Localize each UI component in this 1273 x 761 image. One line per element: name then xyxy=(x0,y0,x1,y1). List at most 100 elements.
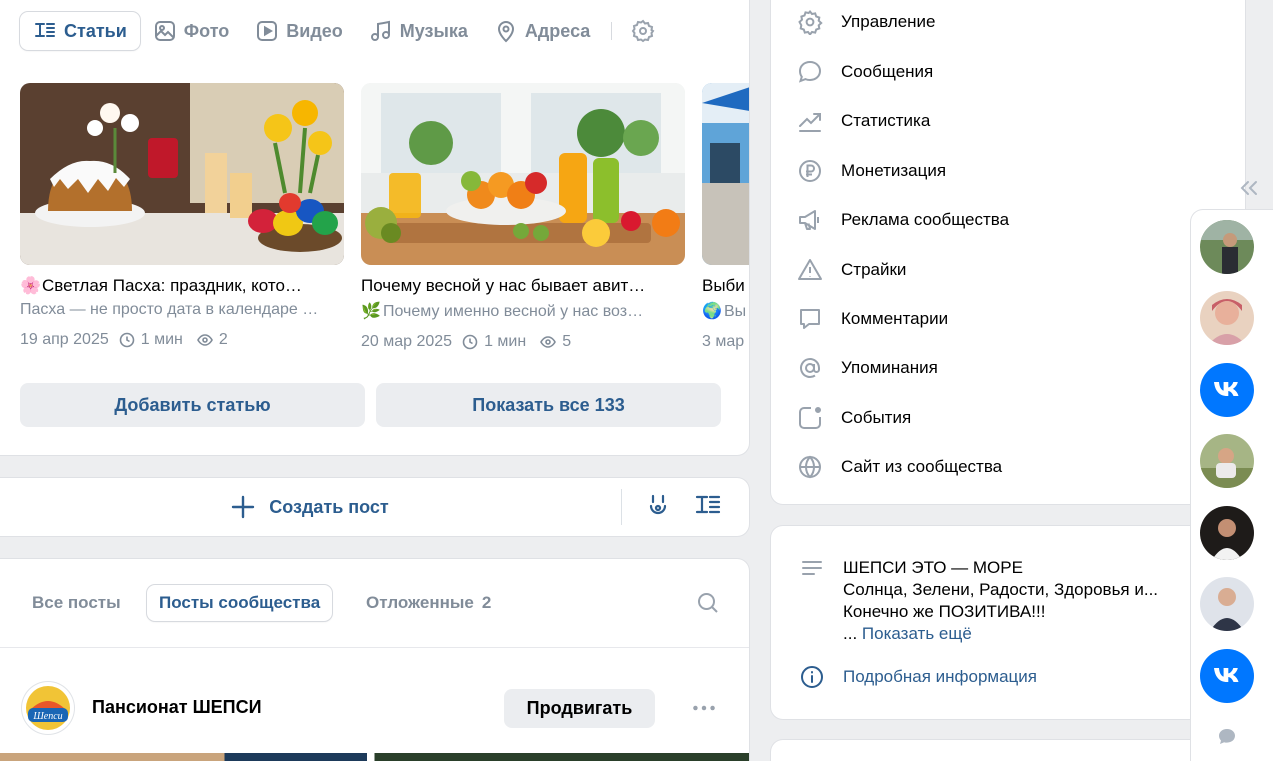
article-card[interactable]: Почему весной у нас бывает авит… 🌿 Почему… xyxy=(361,83,685,351)
filter-all-posts[interactable]: Все посты xyxy=(20,585,133,621)
article-read-time: 1 мин xyxy=(484,333,527,350)
article-title[interactable]: Светлая Пасха: праздник, кото… xyxy=(42,276,302,295)
megaphone-icon xyxy=(799,210,819,230)
person-photo xyxy=(1200,434,1254,488)
article-edit-icon xyxy=(695,495,721,514)
promote-button[interactable]: Продвигать xyxy=(504,689,655,728)
description-lines-icon xyxy=(802,561,822,575)
create-post-divider xyxy=(621,489,622,525)
article-meta: 19 апр 2025 1 мин 2 xyxy=(20,331,344,349)
menu-item-events[interactable]: События xyxy=(797,402,911,434)
menu-item-label: Сообщения xyxy=(841,62,934,81)
tab-articles[interactable]: Статьи xyxy=(20,12,140,50)
community-logo[interactable]: Шепси xyxy=(22,682,74,734)
article-views: 2 xyxy=(218,331,228,348)
chat-bubble-icon xyxy=(1219,729,1235,744)
tab-video-label: Видео xyxy=(286,20,343,41)
post-author[interactable]: Пансионат ШЕПСИ xyxy=(92,697,262,718)
menu-item-strikes[interactable]: Страйки xyxy=(797,254,906,286)
chat-avatar[interactable] xyxy=(1200,506,1254,560)
menu-item-site[interactable]: Сайт из сообщества xyxy=(797,451,1002,483)
menu-item-mentions[interactable]: Упоминания xyxy=(797,352,938,384)
article-thumbnail-beach xyxy=(702,83,749,265)
add-article-button[interactable]: Добавить статью xyxy=(20,383,365,427)
tab-addresses[interactable]: Адреса xyxy=(481,12,603,50)
article-editor-button[interactable] xyxy=(694,492,722,520)
menu-item-statistics[interactable]: Статистика xyxy=(797,105,930,137)
story-button[interactable] xyxy=(644,492,672,520)
tab-video[interactable]: Видео xyxy=(242,12,356,50)
article-card[interactable]: 🌸Светлая Пасха: праздник, кото… Пасха — … xyxy=(20,83,344,349)
globe-icon xyxy=(799,455,821,479)
menu-item-label: Монетизация xyxy=(841,161,947,180)
menu-item-management[interactable]: Управление xyxy=(797,6,936,38)
leaf-emoji-icon: 🌿 xyxy=(361,303,381,320)
at-icon xyxy=(800,358,820,378)
article-card-clipped[interactable]: Выби 🌍 Вы 3 мар xyxy=(702,83,749,373)
menu-item-messages[interactable]: Сообщения xyxy=(797,56,933,88)
beach-image xyxy=(702,83,749,265)
article-snippet: Почему именно весной у нас воз… xyxy=(383,303,644,320)
chat-avatar[interactable] xyxy=(1200,434,1254,488)
eye-icon xyxy=(196,334,213,346)
post-more-button[interactable] xyxy=(690,698,718,718)
video-icon xyxy=(257,21,278,41)
collapse-rail-button[interactable] xyxy=(1238,178,1260,198)
vk-logo-icon xyxy=(1214,382,1239,396)
tab-photo[interactable]: Фото xyxy=(140,12,242,50)
menu-item-label: Упоминания xyxy=(841,358,938,377)
menu-item-label: Комментарии xyxy=(841,309,949,328)
article-title[interactable]: Выби xyxy=(702,276,749,296)
about-description: ШЕПСИ ЭТО — МОРЕ Солнца, Зелени, Радости… xyxy=(843,557,1158,645)
person-photo xyxy=(1200,506,1254,560)
about-line-3: Конечно же ПОЗИТИВА!!! xyxy=(843,602,1046,621)
chat-avatar[interactable] xyxy=(1200,577,1254,631)
clock-icon xyxy=(119,332,135,348)
media-tabs: Статьи Фото Видео Музыка Адреса xyxy=(20,12,656,50)
chat-avatar[interactable] xyxy=(1200,220,1254,274)
article-read-time: 1 мин xyxy=(140,331,183,348)
show-all-articles-button[interactable]: Показать все 133 xyxy=(376,383,721,427)
about-line-1: ШЕПСИ ЭТО — МОРЕ xyxy=(843,558,1023,577)
chat-avatar[interactable] xyxy=(1200,291,1254,345)
tabs-settings-button[interactable] xyxy=(630,18,656,44)
comment-icon xyxy=(800,309,820,329)
menu-item-label: Страйки xyxy=(841,260,907,279)
community-logo-image: Шепси xyxy=(26,686,70,730)
events-icon xyxy=(799,407,821,429)
filter-postponed[interactable]: Отложенные 2 xyxy=(354,585,503,621)
menu-item-ads[interactable]: Реклама сообщества xyxy=(797,204,1009,236)
ruble-icon xyxy=(799,160,821,182)
eye-icon xyxy=(540,336,557,348)
menu-item-monetization[interactable]: Монетизация xyxy=(797,155,946,187)
story-icon xyxy=(649,494,667,515)
chat-avatar-vk[interactable] xyxy=(1200,363,1254,417)
create-post-label: Создать пост xyxy=(269,496,389,517)
message-icon xyxy=(798,60,822,83)
menu-item-label: События xyxy=(841,408,912,427)
new-chat-button[interactable] xyxy=(1217,727,1237,747)
article-snippet: Вы xyxy=(724,303,747,320)
articles-icon xyxy=(35,23,55,37)
filter-community-posts[interactable]: Посты сообщества xyxy=(147,585,332,621)
tab-articles-label: Статьи xyxy=(64,20,127,41)
menu-item-comments[interactable]: Комментарии xyxy=(797,303,948,335)
chat-avatar-vk[interactable] xyxy=(1200,649,1254,703)
article-title[interactable]: Почему весной у нас бывает авит… xyxy=(361,276,645,295)
community-logo-text: Шепси xyxy=(32,711,62,722)
description-button[interactable] xyxy=(800,556,824,580)
article-date: 3 мар xyxy=(702,333,745,350)
create-post-button[interactable]: Создать пост xyxy=(0,478,620,536)
details-link[interactable]: Подробная информация xyxy=(800,665,1037,689)
next-card-stub xyxy=(771,740,1245,761)
person-photo xyxy=(1200,220,1254,274)
photo-icon xyxy=(154,21,175,41)
tabs-divider xyxy=(611,22,613,40)
article-thumbnail-fruits xyxy=(361,83,685,265)
posts-search-button[interactable] xyxy=(696,591,720,615)
show-more-link[interactable]: Показать ещё xyxy=(862,624,972,643)
gear-icon xyxy=(632,19,655,43)
warning-icon xyxy=(798,259,822,280)
tab-music[interactable]: Музыка xyxy=(356,12,481,50)
double-chevron-left-icon xyxy=(1240,181,1257,195)
